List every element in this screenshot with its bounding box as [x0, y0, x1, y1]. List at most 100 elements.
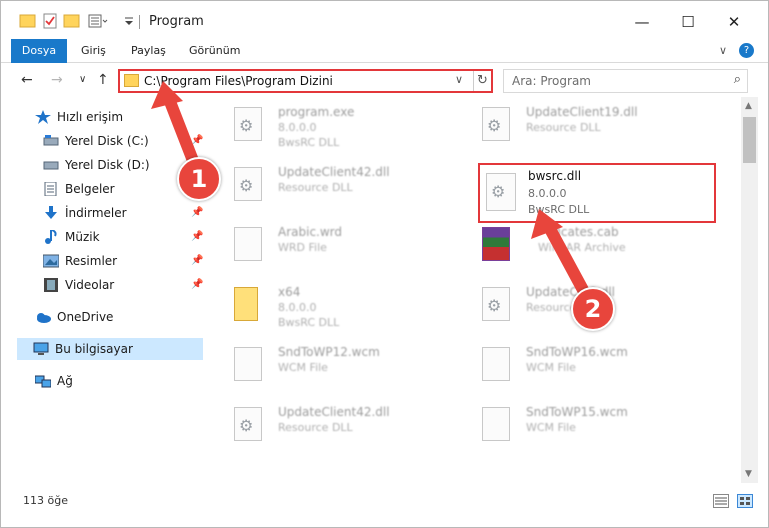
sidebar-item-videos[interactable]: Videolar [43, 274, 114, 296]
new-folder-icon[interactable] [63, 12, 81, 30]
file-type: Resource [526, 301, 577, 314]
sidebar-item-pictures[interactable]: Resimler [42, 250, 117, 272]
file-name: ificates.cab [550, 225, 619, 239]
maximize-button[interactable]: ☐ [665, 7, 711, 37]
exe-file-icon [234, 107, 262, 141]
file-type: Resource DLL [278, 181, 353, 194]
dll-file-icon [482, 107, 510, 141]
file-name: SndToWP12.wcm [278, 345, 380, 359]
sidebar-item-network[interactable]: Ağ [34, 370, 73, 392]
dll-file-icon [482, 287, 510, 321]
file-name: x64 [278, 285, 301, 299]
tab-view[interactable]: Görünüm [189, 39, 240, 63]
view-options-icon[interactable] [87, 12, 108, 30]
title-bar: Program — ☐ ✕ [1, 1, 768, 41]
file-list: program.exe 8.0.0.0 BwsRC DLL UpdateClie… [206, 97, 741, 483]
sidebar-item-label: Ağ [57, 374, 73, 388]
file-item-highlighted[interactable]: bwsrc.dll 8.0.0.0 BwsRC DLL [478, 163, 716, 223]
pin-icon: 📌 [191, 135, 204, 146]
tab-share[interactable]: Paylaş [131, 39, 166, 63]
star-icon [35, 110, 51, 124]
scroll-down-icon[interactable]: ▼ [745, 469, 752, 479]
properties-icon[interactable] [41, 12, 59, 30]
scrollbar-thumb[interactable] [743, 117, 756, 163]
file-type: WinRAR Archive [538, 241, 626, 254]
sidebar-item-label: Videolar [65, 278, 115, 292]
generic-file-icon [234, 347, 262, 381]
sidebar-item-downloads[interactable]: İndirmeler [43, 202, 127, 224]
file-item[interactable]: ificates.cab WinRAR Archive [454, 219, 694, 275]
file-description: BwsRC DLL [278, 316, 340, 329]
scroll-up-icon[interactable]: ▲ [745, 101, 752, 111]
search-box[interactable]: Ara: Program ⌕ [503, 69, 748, 93]
file-item[interactable]: program.exe 8.0.0.0 BwsRC DLL [206, 99, 446, 155]
sidebar-item-quick-access[interactable]: Hızlı erişim [35, 106, 123, 128]
details-view-icon[interactable] [713, 494, 729, 508]
sidebar-item-label: Yerel Disk (D:) [65, 158, 150, 172]
file-item[interactable]: UpdateClient42.dll Resource DLL [206, 399, 446, 455]
sidebar-item-onedrive[interactable]: OneDrive [35, 306, 113, 328]
file-type: WCM File [526, 421, 576, 434]
generic-file-icon [482, 407, 510, 441]
file-name: bwsrc.dll [528, 169, 582, 183]
sidebar-item-this-pc[interactable]: Bu bilgisayar [17, 338, 203, 360]
file-item[interactable]: SndToWP15.wcm WCM File [454, 399, 694, 455]
network-icon [34, 374, 52, 388]
minimize-button[interactable]: — [619, 7, 665, 37]
search-icon[interactable]: ⌕ [734, 72, 741, 87]
sidebar-item-documents[interactable]: Belgeler [43, 178, 115, 200]
dll-file-icon [234, 167, 262, 201]
dll-file-icon [486, 173, 516, 211]
file-item[interactable]: UpdateClient19.dll Resource DLL [454, 99, 694, 155]
file-description: BwsRC DLL [528, 203, 590, 216]
search-input[interactable]: Ara: Program [512, 74, 591, 88]
window-title: Program [149, 14, 204, 29]
file-type: WRD File [278, 241, 327, 254]
sidebar-item-music[interactable]: Müzik [43, 226, 100, 248]
step-badge-1: 1 [177, 157, 221, 201]
back-button[interactable]: ← [21, 72, 33, 88]
file-type: WCM File [526, 361, 576, 374]
forward-button[interactable]: → [51, 72, 63, 88]
refresh-button[interactable]: ↻ [473, 71, 491, 91]
large-icons-view-icon[interactable] [737, 494, 753, 508]
drive-icon [43, 158, 59, 172]
folder-icon[interactable] [19, 12, 37, 30]
pin-icon: 📌 [191, 231, 204, 242]
file-item[interactable]: Arabic.wrd WRD File [206, 219, 446, 275]
tab-home[interactable]: Giriş [81, 39, 106, 63]
pictures-icon [42, 254, 60, 268]
file-item[interactable]: UpdateClient42.dll Resource DLL [206, 159, 446, 215]
generic-file-icon [482, 347, 510, 381]
pin-icon: 📌 [191, 279, 204, 290]
vertical-scrollbar[interactable]: ▲ ▼ [741, 97, 758, 483]
file-item[interactable]: SndToWP12.wcm WCM File [206, 339, 446, 395]
download-icon [43, 206, 59, 220]
help-button[interactable]: ? [739, 43, 754, 58]
file-version: 8.0.0.0 [278, 301, 317, 314]
recent-locations-button[interactable]: ∨ [79, 74, 86, 85]
file-name: UpdateClient42.dll [278, 165, 390, 179]
ribbon-expand-button[interactable]: ∨ [719, 39, 727, 63]
sidebar-item-label: Müzik [65, 230, 100, 244]
sidebar-item-disk-c[interactable]: Yerel Disk (C:) [43, 130, 149, 152]
up-button[interactable]: ↑ [97, 72, 109, 88]
ribbon-tabs: Dosya Giriş Paylaş Görünüm ∨ ? [1, 39, 768, 95]
file-description: BwsRC DLL [278, 136, 340, 149]
file-explorer-window: Program — ☐ ✕ Dosya Giriş Paylaş Görünüm… [0, 0, 769, 528]
videos-icon [43, 278, 59, 292]
address-dropdown-button[interactable]: ∨ [455, 73, 463, 86]
file-name: SndToWP15.wcm [526, 405, 628, 419]
archive-file-icon [482, 227, 510, 261]
sidebar-item-label: OneDrive [57, 310, 114, 324]
sidebar-item-disk-d[interactable]: Yerel Disk (D:) [43, 154, 150, 176]
documents-icon [43, 181, 59, 197]
status-bar: 113 öğe [1, 485, 768, 527]
address-bar[interactable]: C:\Program Files\Program Dizini ∨ ↻ [118, 69, 493, 93]
file-item[interactable]: x64 8.0.0.0 BwsRC DLL [206, 279, 446, 335]
folder-icon [234, 287, 258, 321]
file-version: 8.0.0.0 [278, 121, 317, 134]
close-button[interactable]: ✕ [711, 7, 757, 37]
address-path[interactable]: C:\Program Files\Program Dizini [144, 74, 333, 88]
file-item[interactable]: SndToWP16.wcm WCM File [454, 339, 694, 395]
